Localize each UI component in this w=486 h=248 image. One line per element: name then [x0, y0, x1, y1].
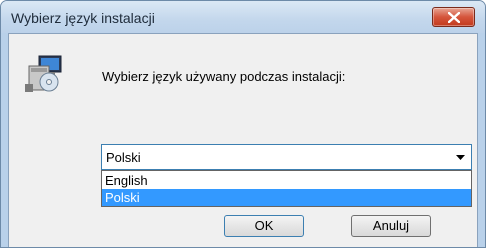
chevron-down-icon[interactable] — [456, 155, 465, 161]
ok-button[interactable]: OK — [224, 215, 304, 237]
dialog-body: Wybierz język używany podczas instalacji… — [8, 33, 478, 247]
language-dialog-window: Wybierz język instalacji Wybierz język u… — [0, 0, 486, 248]
cancel-button[interactable]: Anuluj — [351, 215, 431, 237]
language-option-polski[interactable]: Polski — [102, 189, 471, 206]
setup-installer-icon — [25, 55, 62, 92]
close-button[interactable] — [432, 7, 475, 27]
prompt-text: Wybierz język używany podczas instalacji… — [102, 69, 346, 84]
window-title: Wybierz język instalacji — [11, 10, 155, 26]
close-icon — [448, 12, 460, 23]
language-dropdown-list: English Polski — [101, 170, 472, 207]
language-option-english[interactable]: English — [102, 172, 471, 189]
language-select-value: Polski — [106, 150, 141, 165]
title-bar[interactable]: Wybierz język instalacji — [1, 1, 485, 33]
language-select[interactable]: Polski — [101, 144, 472, 170]
